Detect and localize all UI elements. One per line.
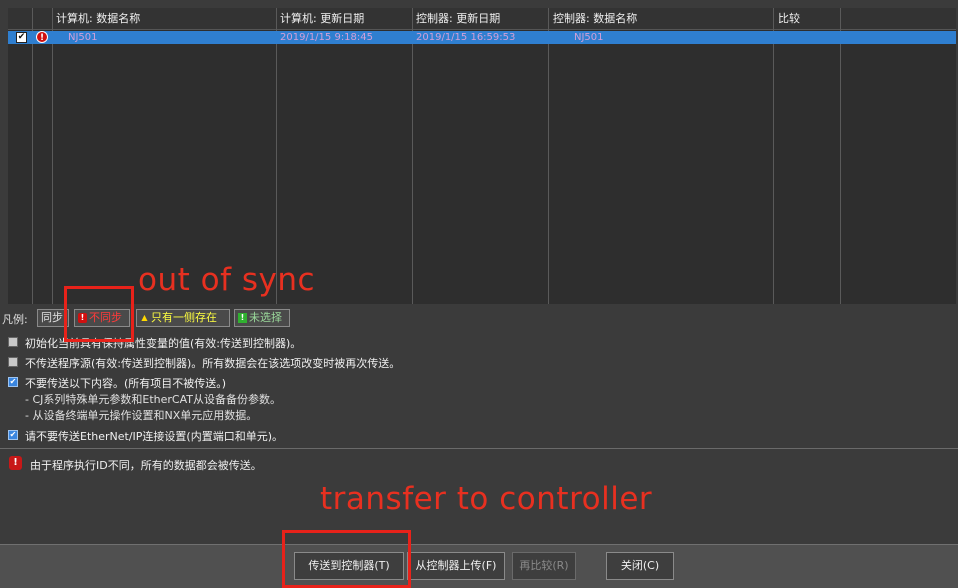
option-label: 不传送程序源(有效:传送到控制器)。所有数据会在该选项改变时被再次传送。 <box>25 357 401 370</box>
unselected-icon: ! <box>238 313 247 323</box>
column-header-compare[interactable]: 比较 <box>778 11 800 27</box>
table-row[interactable]: ✔ ! NJ501 2019/1/15 9:18:45 2019/1/15 16… <box>8 31 956 44</box>
cell-ctrl-date: 2019/1/15 16:59:53 <box>416 32 516 43</box>
error-icon: ! <box>36 31 48 43</box>
option-sub-item: - 从设备终端单元操作设置和NX单元应用数据。 <box>25 409 258 422</box>
column-header-ctrl-date[interactable]: 控制器: 更新日期 <box>416 11 500 27</box>
option-checkbox[interactable]: ✔ <box>8 377 18 387</box>
column-divider <box>548 8 549 304</box>
legend-item-unselected: ! 未选择 <box>234 309 290 327</box>
divider <box>0 448 958 449</box>
column-divider <box>276 8 277 304</box>
close-button[interactable]: 关闭(C) <box>606 552 674 580</box>
cell-ctrl-name: NJ501 <box>574 32 604 43</box>
column-header-ctrl-name[interactable]: 控制器: 数据名称 <box>553 11 637 27</box>
column-divider <box>773 8 774 304</box>
cell-pc-name: NJ501 <box>68 32 98 43</box>
option-sub-item: - CJ系列特殊单元参数和EtherCAT从设备备份参数。 <box>25 393 281 406</box>
annotation-box-out-of-sync <box>64 286 134 342</box>
error-icon: ! <box>9 456 22 470</box>
column-divider <box>32 8 33 304</box>
legend-item-one-side: ▲ 只有一侧存在 <box>136 309 230 327</box>
option-checkbox[interactable]: ✔ <box>8 430 18 440</box>
grid-header: 计算机: 数据名称 计算机: 更新日期 控制器: 更新日期 控制器: 数据名称 … <box>8 8 956 30</box>
option-label: 不要传送以下内容。(所有项目不被传送。) <box>25 377 227 390</box>
annotation-box-transfer <box>282 530 411 588</box>
row-checkbox[interactable]: ✔ <box>16 32 27 43</box>
recompare-button[interactable]: 再比较(R) <box>512 552 576 580</box>
column-header-pc-name[interactable]: 计算机: 数据名称 <box>56 11 140 27</box>
option-checkbox[interactable] <box>8 357 18 367</box>
status-message: 由于程序执行ID不同，所有的数据都会被传送。 <box>30 459 262 472</box>
legend-label: 凡例: <box>2 313 28 326</box>
legend: 凡例: 同步 ! 不同步 ▲ 只有一侧存在 ! 未选择 <box>0 306 958 330</box>
legend-item-label: 只有一侧存在 <box>151 311 217 324</box>
option-label: 请不要传送EtherNet/IP连接设置(内置端口和单元)。 <box>25 430 283 443</box>
annotation-out-of-sync: out of sync <box>138 262 316 298</box>
synchronization-dialog: 计算机: 数据名称 计算机: 更新日期 控制器: 更新日期 控制器: 数据名称 … <box>0 0 958 588</box>
column-header-pc-date[interactable]: 计算机: 更新日期 <box>280 11 364 27</box>
legend-item-label: 未选择 <box>249 311 282 324</box>
button-bar: 传送到控制器(T) 从控制器上传(F) 再比较(R) 关闭(C) <box>0 544 958 588</box>
warning-icon: ▲ <box>141 313 148 322</box>
sync-data-grid: 计算机: 数据名称 计算机: 更新日期 控制器: 更新日期 控制器: 数据名称 … <box>8 8 956 304</box>
column-divider <box>52 8 53 304</box>
column-divider <box>412 8 413 304</box>
cell-pc-date: 2019/1/15 9:18:45 <box>280 32 374 43</box>
column-divider <box>840 8 841 304</box>
upload-from-controller-button[interactable]: 从控制器上传(F) <box>407 552 505 580</box>
option-checkbox[interactable] <box>8 337 18 347</box>
annotation-transfer-to-controller: transfer to controller <box>320 481 653 517</box>
legend-item-label: 同步 <box>41 311 63 324</box>
